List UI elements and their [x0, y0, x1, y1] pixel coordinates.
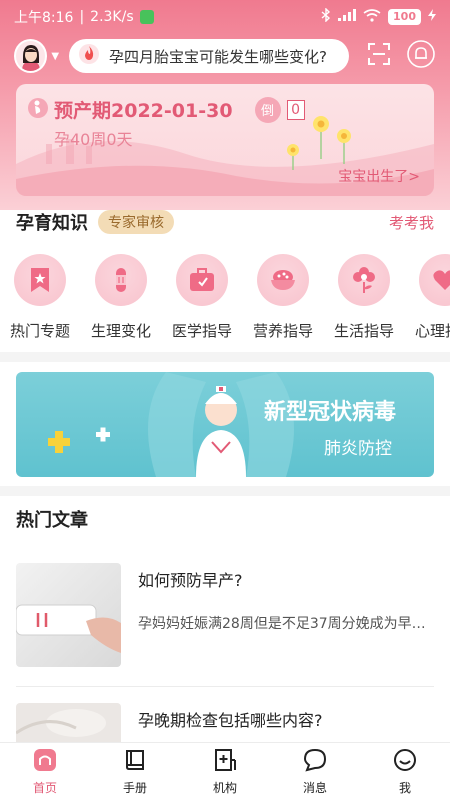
article-summary: 孕妈妈妊娠满28周但是不足37周分娩成为早产… — [138, 616, 434, 632]
due-date-row: 预产期2022-01-30 倒 0 — [28, 96, 305, 123]
flower-icon — [338, 254, 390, 306]
quiz-link[interactable]: 考考我 — [389, 212, 434, 233]
category-label: 热门专题 — [9, 322, 70, 340]
category-label: 营养指导 — [252, 322, 313, 340]
wifi-icon — [363, 8, 381, 26]
due-date-card[interactable]: 预产期2022-01-30 倒 0 孕40周0天 宝宝出生了> — [16, 84, 434, 196]
article-thumbnail — [16, 563, 121, 667]
bluetooth-icon — [321, 7, 331, 26]
chevron-down-icon[interactable]: ▼ — [51, 51, 59, 62]
signal-icon — [338, 9, 357, 25]
message-icon — [303, 748, 327, 776]
nav-messages[interactable]: 消息 — [270, 743, 360, 800]
nav-label: 机构 — [212, 780, 237, 795]
section-title: 孕育知识 — [16, 213, 88, 234]
hot-articles-title: 热门文章 — [16, 510, 88, 531]
category-item-medical[interactable]: 医学指导 — [162, 254, 242, 341]
article-item[interactable]: 如何预防早产? 孕妈妈妊娠满28周但是不足37周分娩成为早产… — [16, 563, 434, 669]
bell-icon — [407, 40, 436, 72]
status-network-speed: 2.3K/s — [90, 9, 134, 25]
category-label: 心理指导 — [414, 322, 450, 340]
food-bowl-icon — [257, 254, 309, 306]
list-separator — [16, 686, 434, 687]
category-label: 生活指导 — [333, 322, 394, 340]
flame-icon — [79, 43, 100, 69]
user-avatar[interactable] — [14, 39, 48, 73]
notification-button[interactable] — [407, 40, 436, 72]
pregnancy-week: 孕40周0天 — [54, 130, 133, 149]
smile-icon — [393, 748, 417, 776]
home-icon — [33, 748, 57, 776]
countdown-toggle[interactable]: 倒 — [254, 96, 281, 123]
section-divider — [0, 352, 450, 362]
category-list: 热门专题 生理变化 医学指导 营养指导 生活指导 心理指导 — [0, 254, 450, 350]
nav-label: 消息 — [302, 780, 327, 795]
search-row: ▼ 孕四月胎宝宝可能发生哪些变化? — [0, 36, 450, 76]
status-time: 上午8:16 — [14, 10, 74, 26]
hospital-icon — [213, 748, 237, 776]
category-item-lifestyle[interactable]: 生活指导 — [324, 254, 404, 341]
baby-born-link[interactable]: 宝宝出生了> — [338, 166, 420, 186]
category-item-psychology[interactable]: 心理指导 — [405, 254, 450, 341]
article-thumbnail — [16, 703, 121, 743]
expert-review-badge: 专家审核 — [98, 210, 174, 234]
search-input[interactable]: 孕四月胎宝宝可能发生哪些变化? — [109, 46, 327, 67]
bandage-icon — [95, 254, 147, 306]
banner-title: 新型冠状病毒 — [264, 400, 397, 425]
nav-institutions[interactable]: 机构 — [180, 743, 270, 800]
scan-button[interactable] — [365, 42, 392, 70]
due-date-label: 预产期2022-01-30 — [54, 100, 233, 122]
promo-banner[interactable]: 新型冠状病毒 肺炎防控 — [16, 372, 434, 477]
nav-handbook[interactable]: 手册 — [90, 743, 180, 800]
category-item-physiology[interactable]: 生理变化 — [81, 254, 161, 341]
scan-icon — [367, 43, 390, 69]
article-title: 如何预防早产? — [138, 571, 243, 590]
countdown-value: 0 — [286, 99, 305, 120]
category-item-hot-topics[interactable]: 热门专题 — [0, 254, 80, 341]
nav-home[interactable]: 首页 — [0, 743, 90, 800]
nav-label: 手册 — [122, 780, 147, 795]
nav-label: 首页 — [32, 780, 57, 795]
knowledge-header: 孕育知识 专家审核 考考我 — [16, 208, 434, 236]
nav-label: 我 — [398, 780, 411, 795]
bookmark-star-icon — [14, 254, 66, 306]
banner-subtitle: 肺炎防控 — [324, 439, 392, 459]
article-title: 孕晚期检查包括哪些内容? — [138, 711, 323, 730]
wechat-notification-icon — [139, 10, 154, 24]
heart-icon — [419, 254, 450, 306]
nav-me[interactable]: 我 — [360, 743, 450, 800]
category-label: 医学指导 — [171, 322, 232, 340]
category-item-nutrition[interactable]: 营养指导 — [243, 254, 323, 341]
category-label: 生理变化 — [90, 322, 151, 340]
battery-indicator: 100 — [388, 9, 421, 25]
pregnant-woman-icon — [28, 97, 48, 123]
bottom-navigation: 首页 手册 机构 消息 我 — [0, 742, 450, 800]
section-divider — [0, 486, 450, 496]
charging-icon — [428, 9, 436, 25]
status-bar: 上午8:16 | 2.3K/s 100 — [0, 0, 450, 34]
search-box[interactable]: 孕四月胎宝宝可能发生哪些变化? — [69, 39, 350, 73]
article-item[interactable]: 孕晚期检查包括哪些内容? — [16, 703, 434, 743]
book-icon — [123, 748, 147, 776]
medical-kit-icon — [176, 254, 228, 306]
